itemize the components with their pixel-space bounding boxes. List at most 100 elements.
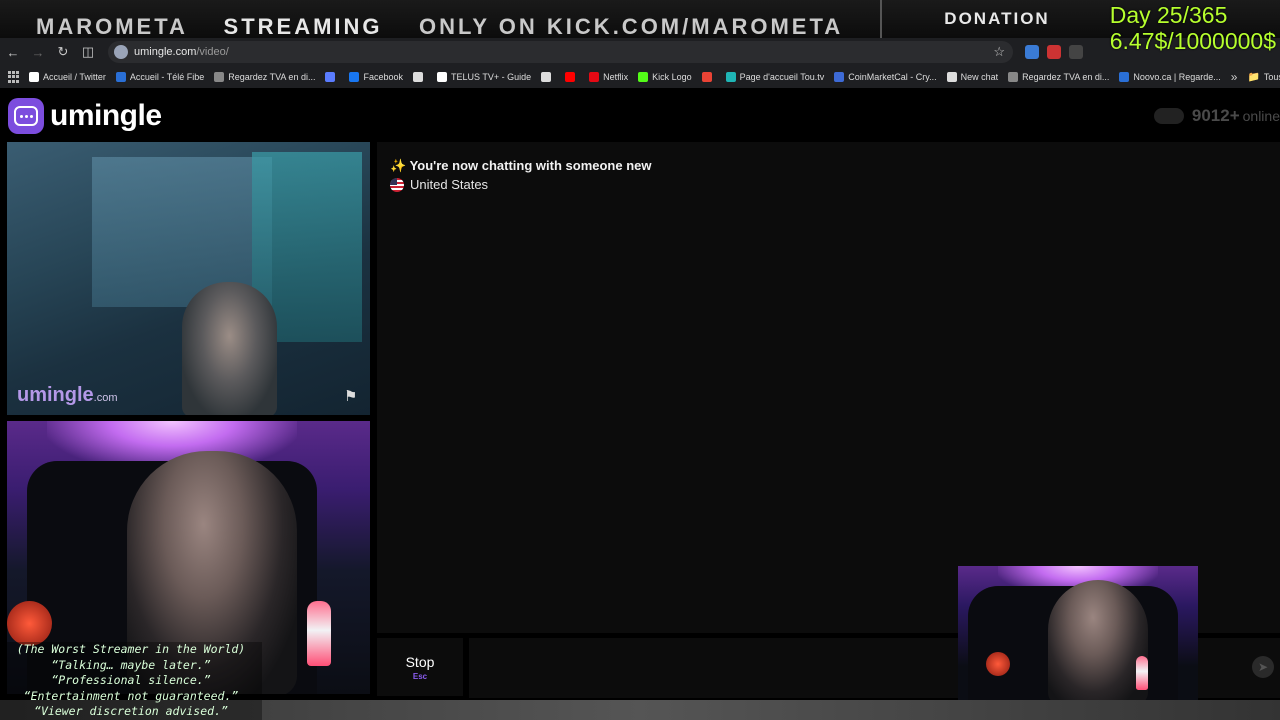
s-icon [541,72,552,82]
watermark-suffix: .com [93,392,118,404]
circle-icon [325,72,336,82]
caption-line: “Talking… maybe later.” [51,657,211,672]
caption-line: “Entertainment not guaranteed.” [23,688,239,703]
extension-icon[interactable] [1047,45,1061,59]
bookmark-item[interactable]: Netflix [589,72,628,82]
caption-line: “Viewer discretion advised.” [34,704,228,718]
extension-icon[interactable] [1069,45,1083,59]
bookmark-item[interactable]: Noovo.ca | Regarde... [1119,72,1221,82]
noovo-icon [1119,72,1130,82]
folder-icon: 📁 [1247,71,1260,83]
online-count: 9012+ [1191,106,1240,125]
s-icon [412,72,423,82]
popsicle [307,601,331,666]
play-icon [436,72,447,82]
bookmark-item[interactable]: TELUS TV+ - Guide [436,72,532,82]
popsicle [1136,656,1148,690]
bookmark-item[interactable]: Accueil - Télé Fibe [115,72,205,82]
streamer-webcam-overlay [958,566,1198,700]
bookmark-item[interactable]: CoinMarketCal - Cry... [834,72,937,82]
bookmark-label: Netflix [603,72,629,82]
bookmark-item[interactable]: Regardez TVA en di... [1008,72,1109,82]
bookmark-item[interactable]: Page d'accueil Tou.tv [725,72,825,82]
bookmark-label: Regardez TVA en di... [1022,72,1110,82]
back-icon[interactable]: ← [1,40,25,64]
chat-panel: ✨ You're now chatting with someone new U… [377,142,1280,633]
bookmark-star-icon[interactable]: ☆ [993,44,1005,60]
country-line: United States [390,177,488,192]
bookmark-label: New chat [960,72,999,82]
umingle-logo[interactable]: umingle [8,98,162,134]
address-bar[interactable]: umingle.com/video/ ☆ [108,41,1013,63]
stranger-video: umingle.com ⚑ [7,142,370,415]
stream-counter: Day 25/365 6.47$/1000000$ [1110,2,1276,54]
donation-progress: 6.47$/1000000$ [1109,28,1276,54]
url-path: /video/ [196,46,229,58]
bookmark-item[interactable]: Facebook [349,72,403,82]
all-favorites-label: Tous les favoris [1263,72,1280,82]
tva-icon [214,72,225,82]
extensions-area [1025,45,1083,59]
online-toggle[interactable] [1153,108,1184,124]
marquee-prefix: MAROMETA [36,14,188,38]
app-header: umingle 9012+ online [0,88,1280,142]
microphone [7,601,52,646]
marquee-suffix: ONLY ON KICK.COM/MAROMETA [419,14,844,38]
caption-line: “Professional silence.” [51,673,211,687]
donation-label: DONATION [880,0,1112,38]
x-icon [29,72,39,82]
extension-icon[interactable] [1025,45,1039,59]
bookmark-label: Noovo.ca | Regarde... [1133,72,1221,82]
stream-captions: (The Worst Streamer in the World) “Talki… [0,642,262,720]
bookmark-item[interactable] [565,72,579,82]
bookmark-item[interactable] [701,72,716,82]
microphone [986,652,1010,676]
bookmark-item[interactable] [541,72,555,82]
stop-button[interactable]: Stop Esc [377,638,463,696]
bookmark-label: Accueil / Twitter [43,72,106,82]
streamer-person [1048,580,1148,700]
stop-shortcut-key: Esc [412,671,428,681]
forward-icon[interactable]: → [26,40,50,64]
youtube-icon [565,72,576,82]
stranger-person [182,282,277,415]
report-flag-icon[interactable]: ⚑ [344,387,362,405]
send-icon[interactable]: ➤ [1252,656,1274,678]
apps-grid-icon[interactable] [8,71,19,83]
url-host: umingle.com [134,46,197,58]
bookmark-label: Page d'accueil Tou.tv [739,72,825,82]
all-favorites-folder[interactable]: 📁 Tous les favoris [1247,72,1280,83]
day-counter: Day 25/365 [1109,2,1228,28]
bookmark-item[interactable]: Regardez TVA en di... [214,72,315,82]
side-panel-icon[interactable]: ◫ [76,40,100,64]
logo-text: umingle [50,99,162,132]
chat-status-message: ✨ You're now chatting with someone new [390,158,652,173]
country-name: United States [410,177,489,192]
openai-icon [946,72,957,82]
caption-line: (The Worst Streamer in the World) [16,642,246,656]
bookmark-label: Accueil - Télé Fibe [129,72,205,82]
bookmark-item[interactable] [325,72,339,82]
stream-overlay-banner: MAROMETA STREAMING ONLY ON KICK.COM/MARO… [0,0,1280,38]
toutv-icon [725,72,736,82]
gmail-icon [701,72,712,82]
bookmark-item[interactable] [412,72,427,82]
bookmark-label: TELUS TV+ - Guide [450,72,532,82]
bookmark-label: Regardez TVA en di... [228,72,316,82]
facebook-icon [349,72,360,82]
coin-icon [834,72,845,82]
watermark-main: umingle [17,384,94,406]
bookmark-label: CoinMarketCal - Cry... [848,72,937,82]
online-label: online [1242,108,1280,124]
bell-icon [115,72,126,82]
bookmark-item[interactable]: Kick Logo [638,72,692,82]
site-info-icon[interactable] [114,45,128,59]
video-watermark: umingle.com [17,384,118,407]
us-flag-icon [390,177,404,192]
reload-icon[interactable]: ↻ [51,40,75,64]
more-bookmarks-icon[interactable]: » [1231,70,1238,84]
bookmark-item[interactable]: New chat [946,72,999,82]
marquee-highlight: STREAMING [223,14,383,38]
stop-label: Stop [405,653,435,670]
bookmark-item[interactable]: Accueil / Twitter [29,72,106,82]
